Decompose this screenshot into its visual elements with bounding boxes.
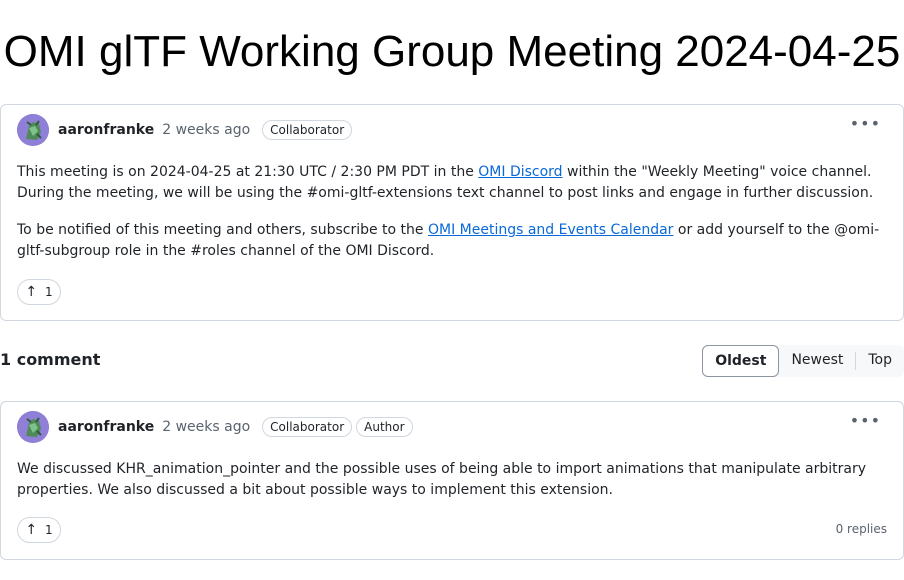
collaborator-badge: Collaborator bbox=[262, 120, 353, 140]
upvote-count: 1 bbox=[45, 523, 53, 537]
post-text: This meeting is on 2024-04-25 at 21:30 U… bbox=[17, 164, 479, 180]
post-paragraph-2: To be notified of this meeting and other… bbox=[17, 220, 887, 262]
sort-top-button[interactable]: Top bbox=[856, 345, 904, 377]
post-timestamp[interactable]: 2 weeks ago bbox=[162, 122, 250, 138]
upvote-count: 1 bbox=[45, 285, 53, 299]
upvote-button[interactable]: ↑ 1 bbox=[17, 517, 61, 543]
omi-discord-link[interactable]: OMI Discord bbox=[478, 164, 562, 180]
comment-header: aaronfranke 2 weeks ago Collaborator Aut… bbox=[17, 411, 413, 443]
comment-timestamp[interactable]: 2 weeks ago bbox=[162, 419, 250, 435]
arrow-up-icon: ↑ bbox=[25, 284, 38, 300]
post-body: This meeting is on 2024-04-25 at 21:30 U… bbox=[17, 162, 887, 278]
sort-segmented-control: Oldest Newest Top bbox=[702, 345, 904, 377]
comment-body: We discussed KHR_animation_pointer and t… bbox=[17, 461, 866, 498]
post-paragraph-1: This meeting is on 2024-04-25 at 21:30 U… bbox=[17, 162, 887, 204]
kebab-horizontal-icon[interactable]: ••• bbox=[850, 413, 881, 429]
kebab-horizontal-icon[interactable]: ••• bbox=[850, 116, 881, 132]
calendar-link[interactable]: OMI Meetings and Events Calendar bbox=[428, 222, 673, 238]
avatar-image bbox=[17, 114, 49, 146]
post-header: aaronfranke 2 weeks ago Collaborator bbox=[17, 114, 353, 146]
avatar[interactable] bbox=[17, 411, 49, 443]
discussion-post: aaronfranke 2 weeks ago Collaborator •••… bbox=[0, 104, 904, 321]
replies-count: 0 replies bbox=[835, 522, 887, 536]
page-title: OMI glTF Working Group Meeting 2024-04-2… bbox=[3, 27, 901, 76]
author-badge: Author bbox=[356, 417, 413, 437]
author-name[interactable]: aaronfranke bbox=[58, 122, 154, 138]
arrow-up-icon: ↑ bbox=[25, 522, 38, 538]
upvote-button[interactable]: ↑ 1 bbox=[17, 279, 61, 305]
collaborator-badge: Collaborator bbox=[262, 417, 353, 437]
avatar-image bbox=[17, 411, 49, 443]
sort-oldest-button[interactable]: Oldest bbox=[702, 345, 780, 377]
comment: aaronfranke 2 weeks ago Collaborator Aut… bbox=[0, 401, 904, 560]
sort-newest-button[interactable]: Newest bbox=[779, 345, 855, 377]
avatar[interactable] bbox=[17, 114, 49, 146]
comments-count: 1 comment bbox=[0, 350, 101, 369]
post-text: To be notified of this meeting and other… bbox=[17, 222, 428, 238]
author-name[interactable]: aaronfranke bbox=[58, 419, 154, 435]
